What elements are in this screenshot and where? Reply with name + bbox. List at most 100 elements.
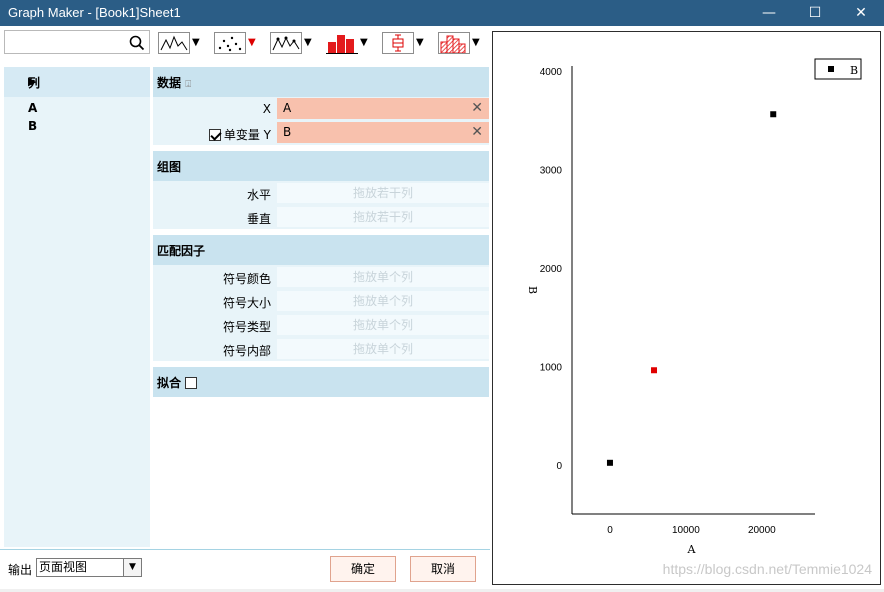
scatter-chart: 0 1000 2000 3000 4000 0 10000 20000 A B B [526, 58, 862, 556]
box-chart-button[interactable]: ▼ [382, 30, 428, 56]
data-section: 数据 ⍗ X A ✕ 单变量 Y B ✕ [153, 67, 489, 145]
factor-section: 匹配因子 符号颜色 拖放单个列 符号大小 拖放单个列 符号类型 拖放单个列 符号… [153, 235, 489, 361]
vertical-row: 垂直 拖放若干列 [153, 205, 489, 229]
group-section: 组图 水平 拖放若干列 垂直 拖放若干列 [153, 151, 489, 229]
y-label-group: 单变量 Y [208, 126, 271, 143]
y-tick-label: 4000 [540, 67, 563, 78]
expand-arrow-icon[interactable]: ▶ [28, 75, 140, 88]
horizontal-drop-zone[interactable]: 拖放若干列 [277, 183, 489, 203]
y-tick-label: 0 [556, 461, 562, 472]
dropdown-arrow-icon: ▼ [360, 37, 368, 48]
x-tick-label: 20000 [748, 525, 776, 536]
fit-section: 拟合 [153, 367, 489, 397]
factor-section-title: 匹配因子 [157, 244, 206, 258]
x-label: X [262, 102, 271, 116]
group-section-header: 组图 [153, 151, 489, 181]
symbol-color-label: 符号颜色 [222, 272, 271, 286]
dropdown-arrow-icon: ▼ [192, 37, 200, 48]
close-icon: ✕ [855, 5, 867, 21]
search-input[interactable] [4, 30, 150, 54]
column-item-a[interactable]: A [4, 99, 150, 117]
cancel-button[interactable]: 取消 [410, 556, 476, 582]
fit-section-title: 拟合 [157, 376, 182, 390]
line-symbol-graph-icon [270, 32, 302, 54]
univariate-checkbox[interactable] [208, 129, 221, 141]
vertical-drop-zone[interactable]: 拖放若干列 [277, 207, 489, 227]
pin-icon[interactable]: ⍗ [185, 79, 191, 90]
data-point [651, 367, 658, 374]
symbol-type-row: 符号类型 拖放单个列 [153, 313, 489, 337]
symbol-interior-drop-zone[interactable]: 拖放单个列 [277, 339, 489, 359]
watermark: https://blog.csdn.net/Temmie1024 [662, 561, 872, 577]
minimize-icon: — [762, 5, 776, 21]
line-graph-button[interactable]: ▼ [158, 30, 204, 56]
column-list-header[interactable]: 列 ▶ [4, 67, 150, 97]
column-list-panel: 列 ▶ A B [4, 67, 150, 547]
line-graph-icon [158, 32, 190, 54]
y-axis-title: B [526, 286, 539, 294]
symbol-interior-row: 符号内部 拖放单个列 [153, 337, 489, 361]
chevron-down-icon: ▼ [123, 559, 141, 576]
scatter-graph-icon [214, 32, 246, 54]
y-field-value: B [283, 125, 292, 139]
horizontal-row: 水平 拖放若干列 [153, 181, 489, 205]
column-graph-button[interactable]: ▼ [326, 30, 372, 56]
y-field[interactable]: B ✕ [277, 122, 489, 143]
x-field[interactable]: A ✕ [277, 98, 489, 119]
clear-y-icon[interactable]: ✕ [471, 122, 483, 143]
column-graph-icon [326, 32, 358, 54]
y-tick-label: 1000 [540, 362, 563, 373]
symbol-type-label: 符号类型 [222, 320, 271, 334]
output-label: 输出 [8, 563, 33, 577]
fit-checkbox[interactable] [185, 377, 198, 389]
symbol-size-label: 符号大小 [222, 296, 271, 310]
symbol-type-drop-zone[interactable]: 拖放单个列 [277, 315, 489, 335]
minimize-button[interactable]: — [746, 0, 792, 26]
legend-label: B [850, 64, 858, 77]
horizontal-label: 水平 [246, 188, 271, 202]
x-axis-title: A [687, 543, 697, 556]
y-label: Y [263, 128, 271, 142]
ok-button[interactable]: 确定 [330, 556, 396, 582]
scatter-graph-button[interactable]: ▼ [214, 30, 260, 56]
dropdown-arrow-icon: ▼ [416, 37, 424, 48]
symbol-color-row: 符号颜色 拖放单个列 [153, 265, 489, 289]
dropdown-arrow-icon: ▼ [304, 37, 312, 48]
data-point [606, 459, 613, 466]
clear-x-icon[interactable]: ✕ [471, 98, 483, 119]
dialog-footer: 输出 页面视图 ▼ 确定 取消 [0, 549, 490, 589]
symbol-size-drop-zone[interactable]: 拖放单个列 [277, 291, 489, 311]
x-field-value: A [283, 101, 292, 115]
dropdown-arrow-icon: ▼ [248, 37, 256, 48]
box-chart-icon [382, 32, 414, 54]
data-point [770, 111, 777, 118]
maximize-button[interactable]: ☐ [792, 0, 838, 26]
dropdown-arrow-icon: ▼ [472, 37, 480, 48]
y-tick-label: 3000 [540, 165, 563, 176]
factor-section-header: 匹配因子 [153, 235, 489, 265]
output-select[interactable]: 页面视图 ▼ [36, 558, 142, 577]
title-bar[interactable]: Graph Maker - [Book1]Sheet1 — ☐ ✕ [0, 0, 884, 26]
search-icon [129, 35, 145, 51]
symbol-interior-label: 符号内部 [222, 344, 271, 358]
close-button[interactable]: ✕ [838, 0, 884, 26]
symbol-color-drop-zone[interactable]: 拖放单个列 [277, 267, 489, 287]
histogram-icon [438, 32, 470, 54]
x-tick-label: 10000 [672, 525, 700, 536]
histogram-button[interactable]: ▼ [438, 30, 484, 56]
x-row: X A ✕ [153, 97, 489, 121]
data-section-header: 数据 ⍗ [153, 67, 489, 97]
column-item-b[interactable]: B [4, 117, 150, 135]
graph-preview: 0 1000 2000 3000 4000 0 10000 20000 A B B https:/… [492, 31, 881, 585]
x-tick-label: 0 [607, 525, 613, 536]
y-row: 单变量 Y B ✕ [153, 121, 489, 145]
toolbar: ▼ ▼ ▼ ▼ ▼ ▼ [0, 26, 490, 62]
y-tick-label: 2000 [540, 264, 563, 275]
graph-maker-window: Graph Maker - [Book1]Sheet1 — ☐ ✕ ▼ ▼ ▼ … [0, 0, 884, 592]
fit-section-header: 拟合 [153, 367, 489, 397]
vertical-label: 垂直 [246, 212, 271, 226]
line-symbol-graph-button[interactable]: ▼ [270, 30, 316, 56]
data-section-title: 数据 [157, 76, 182, 90]
univariate-label: 单变量 [223, 128, 260, 142]
group-section-title: 组图 [157, 160, 182, 174]
